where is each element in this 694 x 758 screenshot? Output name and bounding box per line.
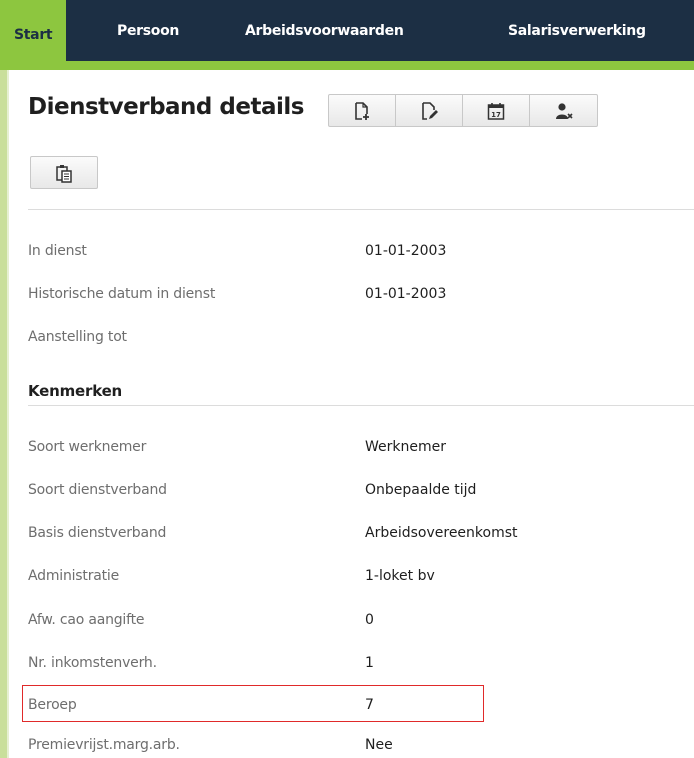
field-label: Nr. inkomstenverh. [28, 655, 157, 671]
field-label: Aanstelling tot [28, 329, 127, 345]
calendar-button[interactable]: 17 [463, 95, 530, 126]
field-value: 0 [365, 612, 374, 628]
clipboard-paste-icon [56, 164, 72, 183]
new-document-button[interactable] [329, 95, 396, 126]
field-row-soort-werknemer: Soort werknemer Werknemer [28, 439, 694, 459]
field-value: Nee [365, 737, 393, 753]
field-label: Basis dienstverband [28, 525, 167, 541]
action-toolbar: 17 [328, 94, 598, 127]
field-value: Werknemer [365, 439, 446, 455]
remove-user-icon [555, 102, 573, 119]
edit-document-button[interactable] [396, 95, 463, 126]
left-accent-bar [0, 70, 7, 758]
field-label: Administratie [28, 568, 120, 584]
field-label: In dienst [28, 243, 87, 259]
new-document-icon [355, 101, 369, 120]
calendar-icon: 17 [487, 102, 505, 120]
edit-document-icon [422, 101, 438, 120]
field-row-nr-inkomstenverh: Nr. inkomstenverh. 1 [28, 655, 694, 675]
field-label: Premievrijst.marg.arb. [28, 737, 180, 753]
tab-arbeidsvoorwaarden[interactable]: Arbeidsvoorwaarden [245, 0, 404, 61]
field-row-premievrijst: Premievrijst.marg.arb. Nee [28, 737, 694, 757]
field-row-in-dienst: In dienst 01-01-2003 [28, 243, 694, 263]
left-accent-bar-inner [7, 70, 9, 758]
field-row-afw-cao-aangifte: Afw. cao aangifte 0 [28, 612, 694, 632]
field-row-administratie: Administratie 1-loket bv [28, 568, 694, 588]
tab-start[interactable]: Start [0, 0, 67, 70]
field-value: 01-01-2003 [365, 286, 447, 302]
paste-button[interactable] [30, 156, 98, 189]
field-label: Soort werknemer [28, 439, 147, 455]
remove-user-button[interactable] [530, 95, 597, 126]
svg-text:17: 17 [491, 111, 501, 119]
field-row-historische-datum: Historische datum in dienst 01-01-2003 [28, 286, 694, 306]
tab-salarisverwerking[interactable]: Salarisverwerking [508, 0, 646, 61]
page-title: Dienstverband details [28, 94, 304, 120]
section-heading-kenmerken: Kenmerken [28, 382, 123, 400]
field-value: 1 [365, 655, 374, 671]
tab-persoon[interactable]: Persoon [117, 0, 179, 61]
field-label: Historische datum in dienst [28, 286, 216, 302]
nav-bar: Start Persoon Arbeidsvoorwaarden Salaris… [0, 0, 694, 70]
field-value: Onbepaalde tijd [365, 482, 477, 498]
field-value: 1-loket bv [365, 568, 435, 584]
field-label: Afw. cao aangifte [28, 612, 145, 628]
highlight-box-beroep [22, 685, 484, 722]
divider [28, 405, 694, 406]
field-row-aanstelling-tot: Aanstelling tot [28, 329, 694, 349]
field-row-soort-dienstverband: Soort dienstverband Onbepaalde tijd [28, 482, 694, 502]
field-row-basis-dienstverband: Basis dienstverband Arbeidsovereenkomst [28, 525, 694, 545]
field-value: Arbeidsovereenkomst [365, 525, 518, 541]
divider [28, 209, 694, 210]
field-label: Soort dienstverband [28, 482, 167, 498]
field-value: 01-01-2003 [365, 243, 447, 259]
